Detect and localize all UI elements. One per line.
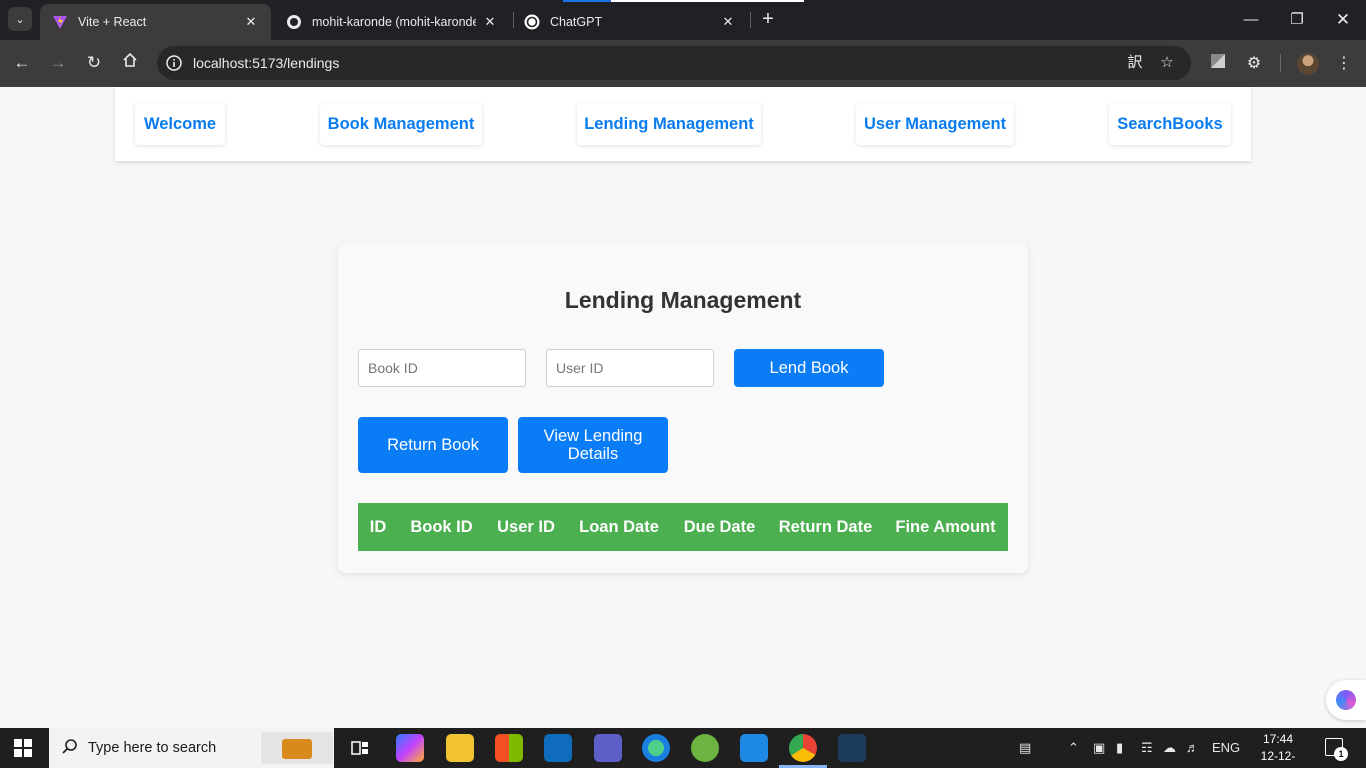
windows-start-icon[interactable] xyxy=(14,739,32,757)
table-header-row: ID Book ID User ID Loan Date Due Date Re… xyxy=(358,503,1008,551)
lending-table: ID Book ID User ID Loan Date Due Date Re… xyxy=(358,503,1008,551)
language-indicator[interactable]: ENG xyxy=(1212,740,1240,755)
loading-indicator xyxy=(611,0,804,2)
mysql-workbench-icon[interactable] xyxy=(838,734,866,762)
column-header-return-date: Return Date xyxy=(778,517,873,536)
nav-link-search-books[interactable]: SearchBooks xyxy=(1109,103,1231,145)
system-clock[interactable]: 17:44 12-12-2024 xyxy=(1248,731,1308,768)
browser-toolbar: ← → ↻ localhost:5173/lendings 訳 ☆ ⚙ ⋮ xyxy=(0,40,1366,87)
column-header-user-id: User ID xyxy=(497,517,555,536)
column-header-due-date: Due Date xyxy=(683,517,756,536)
tab-title: ChatGPT xyxy=(550,15,603,29)
lend-book-button[interactable]: Lend Book xyxy=(734,349,884,387)
tab-separator xyxy=(750,12,751,28)
copilot-icon[interactable] xyxy=(396,734,424,762)
notification-badge: 1 xyxy=(1334,747,1348,761)
lending-card: Lending Management Lend Book Return Book… xyxy=(338,243,1028,573)
close-icon[interactable]: ✕ xyxy=(720,14,736,30)
news-widget-icon[interactable]: ▤ xyxy=(1019,740,1031,756)
vscode-icon[interactable] xyxy=(740,734,768,762)
forward-icon[interactable]: → xyxy=(46,51,70,75)
close-icon[interactable]: ✕ xyxy=(243,14,259,30)
nav-link-book-management[interactable]: Book Management xyxy=(320,103,482,145)
column-header-id: ID xyxy=(369,517,387,536)
tab-vite-react[interactable]: Vite + React ✕ xyxy=(40,4,271,40)
outlook-icon[interactable] xyxy=(544,734,572,762)
github-icon xyxy=(286,14,302,30)
camera-icon[interactable]: ▣ xyxy=(1093,740,1105,756)
windows-taskbar: Type here to search ▤ ⌃ ▣ ▮ ☶ ☁ ♬ ENG 17… xyxy=(0,728,1366,768)
ai-assistant-button[interactable] xyxy=(1326,680,1366,720)
tray-overflow-icon[interactable]: ⌃ xyxy=(1068,740,1079,756)
column-header-book-id: Book ID xyxy=(410,517,473,536)
return-book-button[interactable]: Return Book xyxy=(358,417,508,473)
taskbar-search-placeholder: Type here to search xyxy=(88,740,217,756)
extensions-icon[interactable]: ⚙ xyxy=(1243,53,1265,75)
view-lending-details-button[interactable]: View Lending Details xyxy=(518,417,668,473)
translate-icon[interactable]: 訳 xyxy=(1126,54,1144,72)
url-text: localhost:5173/lendings xyxy=(193,55,340,71)
chatgpt-icon xyxy=(524,14,540,30)
vite-icon xyxy=(52,14,68,30)
clock-date: 12-12-2024 xyxy=(1260,749,1296,768)
new-tab-icon[interactable]: + xyxy=(758,8,778,32)
book-id-input[interactable] xyxy=(358,349,526,387)
close-icon[interactable]: ✕ xyxy=(482,14,498,30)
clock-time: 17:44 xyxy=(1262,732,1294,746)
loading-indicator xyxy=(563,0,611,2)
minimize-icon[interactable]: — xyxy=(1239,8,1263,32)
reload-icon[interactable]: ↻ xyxy=(82,51,106,75)
restore-icon[interactable]: ❐ xyxy=(1285,8,1309,32)
spring-tools-icon[interactable] xyxy=(691,734,719,762)
tab-chatgpt[interactable]: ChatGPT ✕ xyxy=(512,4,748,40)
task-view-icon[interactable] xyxy=(346,734,374,762)
toolbar-divider xyxy=(1280,54,1281,72)
page-title: Lending Management xyxy=(564,287,802,313)
browser-tab-bar: ⌄ Vite + React ✕ mohit-karonde (mohit-ka… xyxy=(0,0,1366,40)
split-view-icon[interactable] xyxy=(1207,53,1229,75)
search-icon xyxy=(61,738,81,758)
profile-avatar[interactable] xyxy=(1297,53,1319,75)
briefcase-icon[interactable] xyxy=(261,732,333,764)
window-close-icon[interactable]: ✕ xyxy=(1331,8,1355,32)
teams-icon[interactable] xyxy=(594,734,622,762)
tab-github[interactable]: mohit-karonde (mohit-karonde ✕ xyxy=(274,4,510,40)
site-info-icon[interactable] xyxy=(165,54,183,72)
nav-link-welcome[interactable]: Welcome xyxy=(135,103,225,145)
edge-icon[interactable] xyxy=(642,734,670,762)
bookmark-star-icon[interactable]: ☆ xyxy=(1158,54,1176,72)
ai-assistant-icon xyxy=(1336,690,1356,710)
tab-title: Vite + React xyxy=(78,15,147,29)
nav-link-user-management[interactable]: User Management xyxy=(856,103,1014,145)
column-header-fine-amount: Fine Amount xyxy=(895,517,996,536)
cloud-icon[interactable]: ☁ xyxy=(1163,740,1176,756)
file-explorer-icon[interactable] xyxy=(446,734,474,762)
tab-search-icon[interactable]: ⌄ xyxy=(8,7,32,31)
nav-link-lending-management[interactable]: Lending Management xyxy=(577,103,761,145)
home-icon[interactable] xyxy=(118,51,142,75)
back-icon[interactable]: ← xyxy=(10,51,34,75)
chrome-icon[interactable] xyxy=(789,734,817,762)
battery-icon[interactable]: ▮ xyxy=(1116,740,1123,756)
address-bar[interactable]: localhost:5173/lendings 訳 ☆ xyxy=(157,46,1191,80)
user-id-input[interactable] xyxy=(546,349,714,387)
tab-title: mohit-karonde (mohit-karonde xyxy=(312,15,476,29)
microsoft-store-icon[interactable] xyxy=(495,734,523,762)
more-menu-icon[interactable]: ⋮ xyxy=(1333,53,1355,75)
taskbar-search-box[interactable]: Type here to search xyxy=(49,728,334,768)
column-header-loan-date: Loan Date xyxy=(579,517,659,536)
volume-icon[interactable]: ♬ xyxy=(1186,740,1199,755)
wifi-icon[interactable]: ☶ xyxy=(1141,740,1153,756)
app-navbar: Welcome Book Management Lending Manageme… xyxy=(115,87,1251,161)
